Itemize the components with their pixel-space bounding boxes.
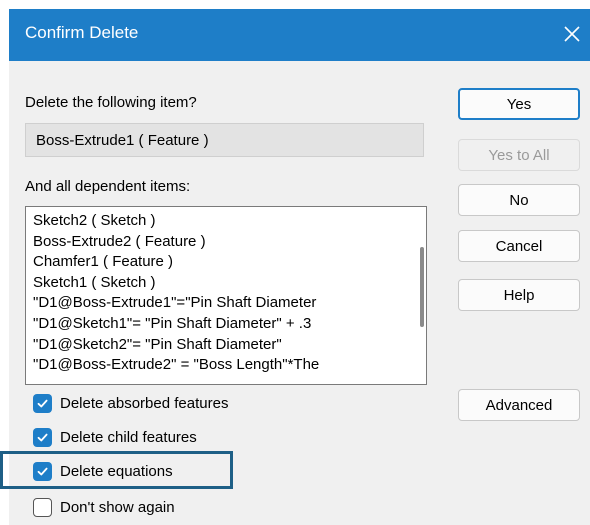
list-item[interactable]: Sketch1 ( Sketch ) xyxy=(33,273,403,294)
advanced-button[interactable]: Advanced xyxy=(458,389,580,421)
checkbox[interactable] xyxy=(33,427,52,447)
dialog-title: Confirm Delete xyxy=(25,23,139,42)
checkbox[interactable] xyxy=(33,393,52,413)
yes-button[interactable]: Yes xyxy=(458,88,580,120)
list-item[interactable]: "D1@Sketch2"= "Pin Shaft Diameter" xyxy=(33,335,403,356)
checkmark-icon xyxy=(37,433,48,441)
list-item[interactable]: Sketch2 ( Sketch ) xyxy=(33,211,403,232)
highlight-annotation xyxy=(0,451,233,489)
list-item[interactable]: "D1@Boss-Extrude1"="Pin Shaft Diameter xyxy=(33,293,403,314)
checkmark-icon xyxy=(37,399,48,407)
delete-prompt-label: Delete the following item? xyxy=(25,94,197,111)
yes-to-all-button[interactable]: Yes to All xyxy=(458,139,580,171)
list-scrollbar-thumb[interactable] xyxy=(420,247,424,327)
dependent-items-list[interactable]: Sketch2 ( Sketch ) Boss-Extrude2 ( Featur… xyxy=(25,206,427,385)
option-label: Delete absorbed features xyxy=(60,394,229,412)
item-to-delete-value: Boss-Extrude1 ( Feature ) xyxy=(36,132,209,149)
close-icon[interactable] xyxy=(560,22,584,46)
dependent-items-container: Sketch2 ( Sketch ) Boss-Extrude2 ( Featur… xyxy=(33,211,403,376)
option-label: Delete child features xyxy=(60,428,197,446)
confirm-delete-dialog: Confirm Delete Delete the following item… xyxy=(9,9,590,525)
option-row[interactable]: Delete child features xyxy=(33,425,197,449)
list-item[interactable]: Boss-Extrude2 ( Feature ) xyxy=(33,232,403,253)
item-to-delete-field: Boss-Extrude1 ( Feature ) xyxy=(25,123,424,157)
checkbox[interactable] xyxy=(33,497,52,517)
list-item[interactable]: "D1@Sketch1"= "Pin Shaft Diameter" + .3 xyxy=(33,314,403,335)
title-bar[interactable]: Confirm Delete xyxy=(9,9,590,61)
cancel-button[interactable]: Cancel xyxy=(458,230,580,262)
list-item[interactable]: Chamfer1 ( Feature ) xyxy=(33,252,403,273)
no-button[interactable]: No xyxy=(458,184,580,216)
option-label: Don't show again xyxy=(60,498,175,516)
dependents-label: And all dependent items: xyxy=(25,178,191,195)
option-row[interactable]: Delete absorbed features xyxy=(33,391,228,415)
list-item[interactable]: "D1@Boss-Extrude2" = "Boss Length"*The xyxy=(33,355,403,376)
help-button[interactable]: Help xyxy=(458,279,580,311)
option-row[interactable]: Don't show again xyxy=(33,495,175,519)
